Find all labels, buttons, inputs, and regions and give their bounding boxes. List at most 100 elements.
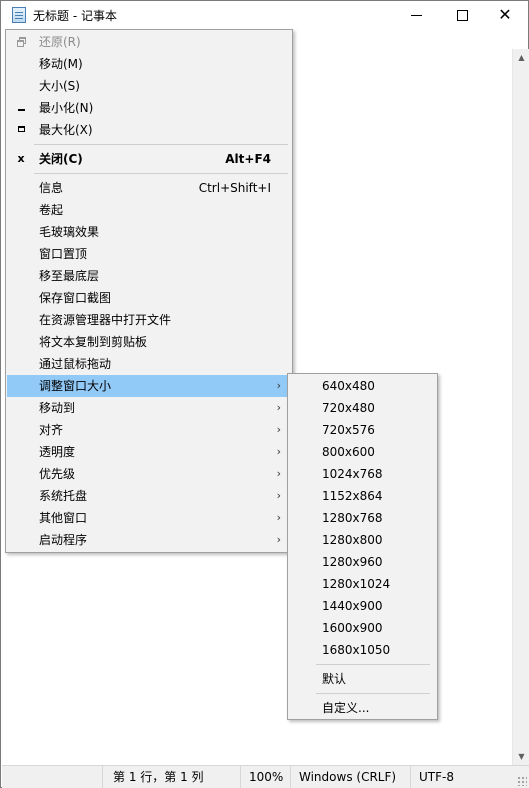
menu-item-save-screenshot[interactable]: 保存窗口截图: [7, 287, 291, 309]
menu-item-label: 移至最底层: [39, 269, 100, 283]
status-encoding: UTF-8: [410, 766, 510, 788]
menu-item-label: 其他窗口: [39, 511, 88, 525]
maximize-button[interactable]: [439, 1, 485, 29]
notepad-app-icon[interactable]: [12, 7, 26, 23]
menu-item-restore[interactable]: 还原(R): [7, 31, 291, 53]
submenu-arrow-icon: ›: [276, 533, 281, 546]
menu-item-label: 调整窗口大小: [39, 379, 112, 393]
menu-item-rollup[interactable]: 卷起: [7, 199, 291, 221]
menu-item-size[interactable]: 大小(S): [7, 75, 291, 97]
vertical-scrollbar[interactable]: ▲ ▼: [512, 49, 529, 765]
menu-item-label: 移动到: [39, 401, 76, 415]
submenu-item-label: 640x480: [322, 379, 375, 393]
submenu-item-label: 1600x900: [322, 621, 383, 635]
submenu-item-1280x1024[interactable]: 1280x1024: [289, 573, 436, 595]
menu-item-glass-effect[interactable]: 毛玻璃效果: [7, 221, 291, 243]
submenu-arrow-icon: ›: [276, 511, 281, 524]
resize-window-submenu: 640x480 720x480 720x576 800x600 1024x768…: [287, 373, 438, 720]
submenu-item-1280x800[interactable]: 1280x800: [289, 529, 436, 551]
submenu-item-1600x900[interactable]: 1600x900: [289, 617, 436, 639]
menu-item-resize-window[interactable]: 调整窗口大小 ›: [7, 375, 291, 397]
menu-item-close[interactable]: x 关闭(C) Alt+F4: [7, 148, 291, 170]
submenu-item-1680x1050[interactable]: 1680x1050: [289, 639, 436, 661]
submenu-arrow-icon: ›: [276, 379, 281, 392]
menu-item-label: 将文本复制到剪贴板: [39, 335, 148, 349]
menu-separator: [34, 144, 288, 145]
submenu-arrow-icon: ›: [276, 423, 281, 436]
menu-item-minimize[interactable]: 最小化(N): [7, 97, 291, 119]
menu-item-label: 通过鼠标拖动: [39, 357, 112, 371]
menu-item-priority[interactable]: 优先级 ›: [7, 463, 291, 485]
submenu-item-label: 1280x960: [322, 555, 383, 569]
minimize-button[interactable]: [393, 1, 439, 29]
menu-item-move-to[interactable]: 移动到 ›: [7, 397, 291, 419]
menu-item-label: 优先级: [39, 467, 76, 481]
submenu-item-label: 1680x1050: [322, 643, 391, 657]
menu-item-accelerator: Ctrl+Shift+I: [198, 181, 271, 195]
menu-item-system-tray[interactable]: 系统托盘 ›: [7, 485, 291, 507]
menu-item-copy-text[interactable]: 将文本复制到剪贴板: [7, 331, 291, 353]
menu-item-transparency[interactable]: 透明度 ›: [7, 441, 291, 463]
submenu-arrow-icon: ›: [276, 489, 281, 502]
submenu-item-1280x768[interactable]: 1280x768: [289, 507, 436, 529]
submenu-item-1024x768[interactable]: 1024x768: [289, 463, 436, 485]
menu-item-label: 移动(M): [39, 57, 83, 71]
close-icon: ✕: [498, 5, 512, 24]
menu-item-label: 窗口置顶: [39, 247, 88, 261]
menu-item-label: 毛玻璃效果: [39, 225, 100, 239]
menu-item-label: 最大化(X): [39, 123, 93, 137]
status-cursor-position: 第 1 行，第 1 列: [102, 766, 240, 788]
menu-item-maximize[interactable]: 最大化(X): [7, 119, 291, 141]
submenu-item-1280x960[interactable]: 1280x960: [289, 551, 436, 573]
menu-item-label: 在资源管理器中打开文件: [39, 313, 172, 327]
scroll-down-arrow-icon[interactable]: ▼: [513, 748, 529, 765]
menu-item-align[interactable]: 对齐 ›: [7, 419, 291, 441]
submenu-item-label: 默认: [322, 672, 347, 686]
menu-item-label: 透明度: [39, 445, 76, 459]
menu-item-info[interactable]: 信息 Ctrl+Shift+I: [7, 177, 291, 199]
title-bar[interactable]: 无标题 - 记事本 ✕: [1, 1, 528, 29]
submenu-separator: [316, 664, 430, 665]
close-button[interactable]: ✕: [482, 1, 528, 29]
submenu-arrow-icon: ›: [276, 401, 281, 414]
menu-item-label: 最小化(N): [39, 101, 94, 115]
minimize-icon: [14, 97, 28, 119]
menu-item-other-windows[interactable]: 其他窗口 ›: [7, 507, 291, 529]
menu-item-label: 启动程序: [39, 533, 88, 547]
menu-item-always-on-top[interactable]: 窗口置顶: [7, 243, 291, 265]
submenu-separator: [316, 693, 430, 694]
menu-item-label: 还原(R): [39, 35, 81, 49]
menu-item-open-in-explorer[interactable]: 在资源管理器中打开文件: [7, 309, 291, 331]
submenu-item-label: 800x600: [322, 445, 375, 459]
submenu-item-label: 1152x864: [322, 489, 383, 503]
submenu-item-label: 1024x768: [322, 467, 383, 481]
submenu-item-default[interactable]: 默认: [289, 668, 436, 690]
menu-item-label: 保存窗口截图: [39, 291, 112, 305]
scroll-up-arrow-icon[interactable]: ▲: [513, 49, 529, 66]
resize-grip-icon[interactable]: [517, 776, 527, 786]
menu-item-send-to-bottom[interactable]: 移至最底层: [7, 265, 291, 287]
menu-item-accelerator: Alt+F4: [225, 152, 271, 166]
submenu-item-1440x900[interactable]: 1440x900: [289, 595, 436, 617]
submenu-item-720x480[interactable]: 720x480: [289, 397, 436, 419]
submenu-item-640x480[interactable]: 640x480: [289, 375, 436, 397]
submenu-arrow-icon: ›: [276, 467, 281, 480]
menu-item-launch-program[interactable]: 启动程序 ›: [7, 529, 291, 551]
menu-separator: [34, 173, 288, 174]
submenu-item-label: 1280x768: [322, 511, 383, 525]
submenu-item-1152x864[interactable]: 1152x864: [289, 485, 436, 507]
submenu-item-720x576[interactable]: 720x576: [289, 419, 436, 441]
submenu-arrow-icon: ›: [276, 445, 281, 458]
menu-item-move[interactable]: 移动(M): [7, 53, 291, 75]
menu-item-label: 信息: [39, 181, 64, 195]
submenu-item-custom[interactable]: 自定义...: [289, 697, 436, 719]
status-zoom-level: 100%: [240, 766, 290, 788]
submenu-item-label: 自定义...: [322, 701, 370, 715]
window-title: 无标题 - 记事本: [33, 9, 117, 23]
menu-item-label: 关闭(C): [39, 152, 83, 166]
menu-item-label: 大小(S): [39, 79, 80, 93]
menu-item-label: 卷起: [39, 203, 64, 217]
submenu-item-label: 720x576: [322, 423, 375, 437]
menu-item-drag-with-mouse[interactable]: 通过鼠标拖动: [7, 353, 291, 375]
submenu-item-800x600[interactable]: 800x600: [289, 441, 436, 463]
